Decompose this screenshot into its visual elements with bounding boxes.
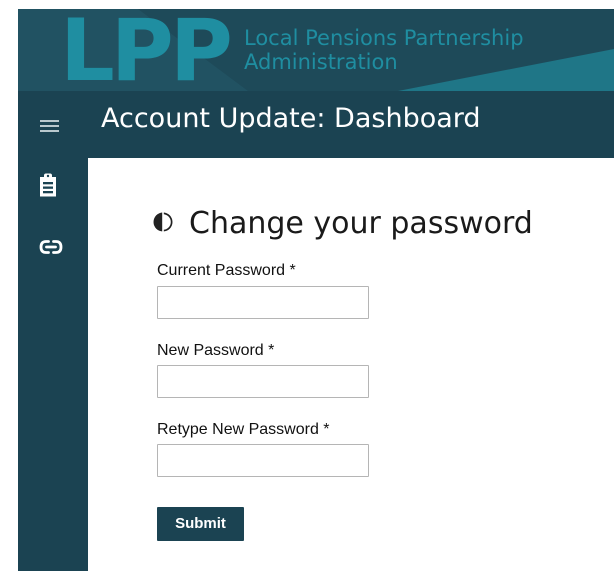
current-password-field[interactable] xyxy=(157,286,369,319)
hamburger-bar xyxy=(40,125,59,127)
brand-org-name: Local Pensions Partnership Administratio… xyxy=(244,26,524,74)
contrast-circle-icon xyxy=(153,212,173,232)
retype-password-label: Retype New Password * xyxy=(157,421,330,438)
site-header: LPP Local Pensions Partnership Administr… xyxy=(18,9,614,91)
clipboard-icon xyxy=(40,173,56,197)
sidebar-item-links[interactable] xyxy=(18,228,88,268)
heading-text: Change your password xyxy=(189,206,533,241)
title-bar: Account Update: Dashboard xyxy=(18,91,614,158)
submit-button[interactable]: Submit xyxy=(157,507,244,541)
current-password-label: Current Password * xyxy=(157,262,296,279)
new-password-label: New Password * xyxy=(157,342,275,359)
hamburger-bar xyxy=(40,120,59,122)
link-icon xyxy=(39,240,63,254)
new-password-field[interactable] xyxy=(157,365,369,398)
brand-org-line1: Local Pensions Partnership xyxy=(244,26,524,50)
brand-logo-letters: LPP xyxy=(60,9,233,91)
hamburger-bar xyxy=(40,130,59,132)
sidebar xyxy=(18,158,88,571)
sidebar-item-dashboard[interactable] xyxy=(18,166,88,206)
retype-password-field[interactable] xyxy=(157,444,369,477)
page-title: Account Update: Dashboard xyxy=(101,103,481,134)
hamburger-menu-icon[interactable] xyxy=(18,91,88,158)
brand-org-line2: Administration xyxy=(244,50,398,74)
